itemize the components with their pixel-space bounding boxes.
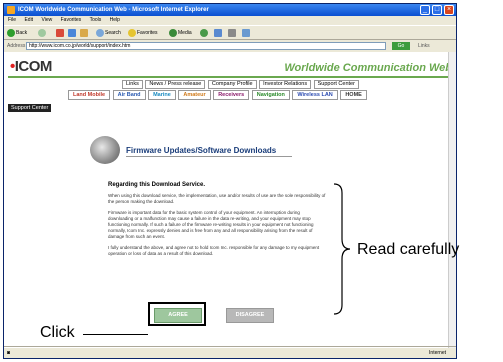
top-link-company-profile[interactable]: Company Profile: [207, 80, 257, 89]
forward-button[interactable]: [38, 28, 47, 38]
title-bar: ICOM Worldwide Communication Web - Micro…: [4, 4, 456, 16]
print-icon: [228, 28, 236, 37]
nav-home[interactable]: HOME: [340, 90, 367, 100]
banner-title: Firmware Updates/Software Downloads: [126, 146, 277, 155]
menu-help[interactable]: Help: [110, 17, 120, 23]
disclaimer-text: Regarding this Download Service. When us…: [108, 182, 326, 262]
home-button[interactable]: [80, 28, 89, 38]
go-button[interactable]: Go: [392, 42, 410, 50]
header-divider: [8, 76, 454, 78]
address-input[interactable]: http://www.icom.co.jp/world/support/inde…: [26, 42, 386, 50]
ie-icon: [7, 6, 15, 14]
refresh-button[interactable]: [68, 28, 77, 38]
nav-receivers[interactable]: Receivers: [213, 90, 250, 100]
disclaimer-heading: Regarding this Download Service.: [108, 182, 206, 188]
disclaimer-paragraph-3: I fully understand the above, and agree …: [108, 245, 320, 256]
star-icon: [128, 28, 136, 37]
top-link-investor-relations[interactable]: Investor Relations: [259, 80, 312, 89]
web-page: •ICOM Worldwide Communication Web Links …: [4, 52, 456, 348]
favorites-button[interactable]: Favorites: [128, 28, 158, 38]
disclaimer-paragraph-1: When using this download service, the im…: [108, 193, 326, 204]
stop-icon: [56, 28, 64, 37]
nav-air-band[interactable]: Air Band: [112, 90, 146, 100]
history-icon: [200, 28, 208, 37]
history-button[interactable]: [200, 28, 209, 38]
banner-underline: [126, 156, 292, 157]
edit-button[interactable]: [242, 28, 251, 38]
back-button[interactable]: Back: [7, 28, 27, 38]
stop-button[interactable]: [56, 28, 65, 38]
download-banner: Firmware Updates/Software Downloads: [90, 136, 300, 166]
top-link-news[interactable]: News / Press release: [145, 80, 206, 89]
page-icon: ◙: [7, 350, 11, 356]
edit-icon: [242, 28, 250, 37]
nav-land-mobile[interactable]: Land Mobile: [68, 90, 111, 100]
nav-amateur[interactable]: Amateur: [178, 90, 211, 100]
minimize-button[interactable]: _: [420, 5, 430, 15]
nav-wireless-lan[interactable]: Wireless LAN: [292, 90, 338, 100]
click-pointer-line: [83, 334, 148, 335]
click-label: Click: [40, 324, 75, 341]
menu-bar: File Edit View Favorites Tools Help: [4, 16, 456, 25]
cd-disc-icon: [90, 136, 120, 164]
disagree-button[interactable]: DISAGREE: [226, 308, 274, 323]
search-icon: [96, 28, 104, 37]
toolbar: Back Search Favorites Media: [4, 25, 456, 40]
top-links-nav: Links News / Press release Company Profi…: [122, 80, 360, 89]
home-icon: [80, 28, 88, 37]
refresh-icon: [68, 28, 76, 37]
support-center-tab[interactable]: Support Center: [8, 104, 52, 112]
vertical-scrollbar[interactable]: [448, 52, 456, 348]
read-carefully-label: Read carefully: [357, 241, 460, 258]
security-zone: Internet: [429, 350, 446, 356]
address-bar: Address http://www.icom.co.jp/world/supp…: [4, 40, 456, 52]
browser-window: ICOM Worldwide Communication Web - Micro…: [3, 3, 457, 359]
top-link-support-center[interactable]: Support Center: [313, 80, 359, 89]
address-label: Address: [7, 43, 26, 49]
icom-logo[interactable]: •ICOM: [10, 58, 52, 75]
window-title: ICOM Worldwide Communication Web - Micro…: [18, 7, 209, 13]
read-carefully-brace: [333, 183, 351, 315]
menu-tools[interactable]: Tools: [90, 17, 102, 23]
media-icon: [169, 28, 177, 37]
top-link-links[interactable]: Links: [122, 80, 143, 89]
nav-marine[interactable]: Marine: [148, 90, 176, 100]
disclaimer-paragraph-2: Firmware is important data for the basic…: [108, 210, 314, 239]
menu-file[interactable]: File: [8, 17, 16, 23]
print-button[interactable]: [228, 28, 237, 38]
category-nav: Land Mobile Air Band Marine Amateur Rece…: [68, 90, 368, 100]
site-tagline: Worldwide Communication Web: [284, 62, 452, 74]
menu-view[interactable]: View: [41, 17, 52, 23]
nav-navigation[interactable]: Navigation: [251, 90, 290, 100]
status-bar: ◙ Internet: [4, 346, 456, 358]
close-button[interactable]: ×: [444, 5, 454, 15]
search-button[interactable]: Search: [96, 28, 121, 38]
media-button[interactable]: Media: [169, 28, 192, 38]
forward-arrow-icon: [38, 28, 46, 37]
maximize-button[interactable]: □: [432, 5, 442, 15]
links-button[interactable]: Links: [418, 40, 430, 52]
menu-edit[interactable]: Edit: [24, 17, 33, 23]
back-arrow-icon: [7, 28, 15, 37]
mail-icon: [214, 28, 222, 37]
agree-highlight-frame: [148, 302, 206, 326]
mail-button[interactable]: [214, 28, 223, 38]
menu-favorites[interactable]: Favorites: [61, 17, 82, 23]
